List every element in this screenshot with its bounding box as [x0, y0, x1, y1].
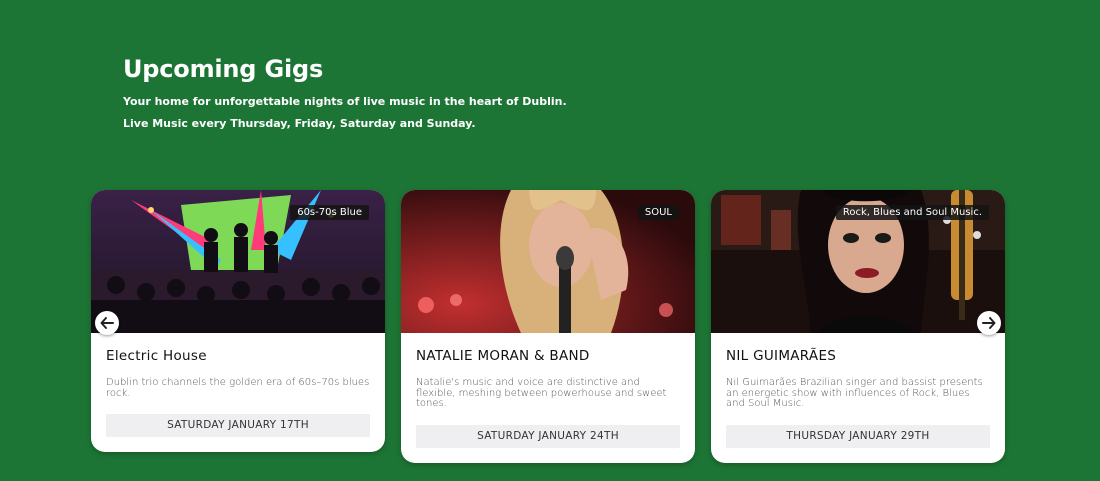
- gig-card-nil-guimaraes[interactable]: Rock, Blues and Soul Music. NIL GUIMARÃE…: [711, 190, 1005, 463]
- gig-date: SATURDAY JANUARY 17TH: [106, 414, 370, 437]
- gig-description: Dublin trio channels the golden era of 6…: [106, 377, 370, 399]
- gig-description: Natalie's music and voice are distinctiv…: [416, 377, 667, 409]
- gig-date: THURSDAY JANUARY 29TH: [726, 424, 990, 448]
- gig-image-electric-house: 60s-70s Blue: [91, 190, 385, 333]
- gig-image-natalie-moran: SOUL: [401, 190, 695, 333]
- gig-image-nil-guimaraes: Rock, Blues and Soul Music.: [711, 190, 1005, 333]
- gig-name: NATALIE MORAN & BAND: [416, 348, 590, 364]
- arrow-left-icon: [100, 317, 114, 329]
- page-title: Upcoming Gigs: [123, 55, 324, 83]
- gig-date: SATURDAY JANUARY 24TH: [416, 424, 680, 448]
- genre-tag: SOUL: [637, 205, 679, 220]
- genre-tag: 60s-70s Blue: [290, 205, 369, 220]
- gig-description: Nil Guimarães Brazilian singer and bassi…: [726, 377, 983, 409]
- intro-line-1: Your home for unforgettable nights of li…: [123, 95, 567, 108]
- arrow-right-icon: [982, 317, 996, 329]
- carousel-next-button[interactable]: [977, 311, 1001, 335]
- gig-card-electric-house[interactable]: 60s-70s Blue Electric House Dublin trio …: [91, 190, 385, 452]
- gig-name: NIL GUIMARÃES: [726, 348, 837, 364]
- gigs-header: Upcoming Gigs Your home for unforgettabl…: [123, 55, 567, 139]
- gig-name: Electric House: [106, 348, 207, 364]
- intro-line-2: Live Music every Thursday, Friday, Satur…: [123, 117, 476, 130]
- genre-tag: Rock, Blues and Soul Music.: [835, 205, 989, 220]
- gig-card-natalie-moran[interactable]: SOUL NATALIE MORAN & BAND Natalie's musi…: [401, 190, 695, 463]
- carousel-prev-button[interactable]: [95, 311, 119, 335]
